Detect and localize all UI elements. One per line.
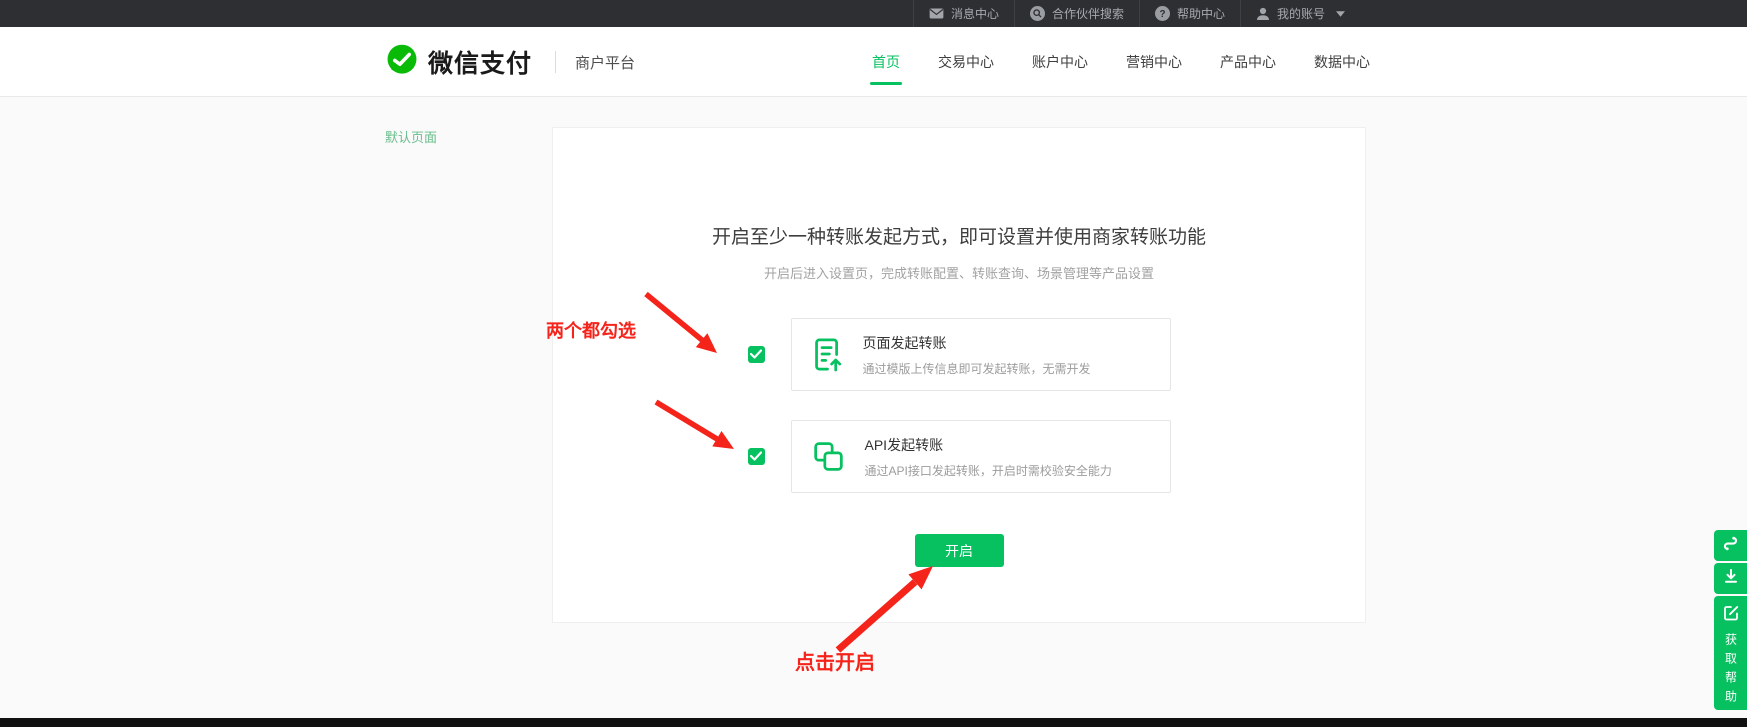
topbar-item-label: 消息中心 — [951, 5, 999, 22]
user-icon — [1256, 7, 1270, 21]
share-link-button[interactable] — [1714, 530, 1747, 561]
brand-name: 微信支付 — [428, 44, 532, 80]
api-transfer-card[interactable]: API发起转账 通过API接口发起转账，开启时需校验安全能力 — [791, 420, 1171, 493]
topbar-item-messages[interactable]: 消息中心 — [913, 0, 1014, 27]
api-transfer-icon — [812, 440, 845, 473]
question-circle-icon: ? — [1155, 6, 1170, 21]
download-icon — [1723, 568, 1739, 589]
feedback-icon — [1723, 605, 1739, 626]
page-title: 开启至少一种转账发起方式，即可设置并使用商家转账功能 — [553, 222, 1365, 249]
topbar-item-help-center[interactable]: ? 帮助中心 — [1139, 0, 1240, 27]
nav-item-account-center[interactable]: 账户中心 — [1032, 27, 1088, 97]
top-utility-bar: 消息中心 合作伙伴搜索 ? 帮助中心 我的账号 — [0, 0, 1747, 27]
chevron-down-icon — [1336, 11, 1345, 17]
nav-item-transaction-center[interactable]: 交易中心 — [938, 27, 994, 97]
option-row-page-transfer: 页面发起转账 通过模版上传信息即可发起转账，无需开发 — [553, 318, 1365, 391]
download-button[interactable] — [1714, 563, 1747, 594]
brand-platform-label: 商户平台 — [575, 52, 635, 73]
api-transfer-checkbox[interactable] — [748, 448, 765, 465]
checkmark-icon — [750, 448, 762, 466]
envelope-icon — [929, 8, 944, 19]
option-row-api-transfer: API发起转账 通过API接口发起转账，开启时需校验安全能力 — [553, 420, 1365, 493]
option-title: API发起转账 — [865, 435, 1112, 455]
page-body: 默认页面 开启至少一种转账发起方式，即可设置并使用商家转账功能 开启后进入设置页… — [0, 97, 1747, 718]
option-texts: 页面发起转账 通过模版上传信息即可发起转账，无需开发 — [863, 333, 1091, 377]
page-transfer-icon — [812, 337, 843, 372]
nav-item-product-center[interactable]: 产品中心 — [1220, 27, 1276, 97]
topbar-item-label: 帮助中心 — [1177, 5, 1225, 22]
nav-item-home[interactable]: 首页 — [872, 27, 900, 97]
nav-item-marketing-center[interactable]: 营销中心 — [1126, 27, 1182, 97]
floating-help-toolbar: 获取帮助 — [1714, 530, 1747, 712]
checkmark-icon — [750, 346, 762, 364]
option-texts: API发起转账 通过API接口发起转账，开启时需校验安全能力 — [865, 435, 1112, 479]
page-transfer-card[interactable]: 页面发起转账 通过模版上传信息即可发起转账，无需开发 — [791, 318, 1171, 391]
topbar-item-label: 我的账号 — [1277, 5, 1325, 22]
bottom-dark-strip — [0, 718, 1747, 727]
enable-button[interactable]: 开启 — [915, 534, 1004, 567]
get-help-button[interactable]: 获取帮助 — [1714, 596, 1747, 710]
page-transfer-checkbox[interactable] — [748, 346, 765, 363]
topbar-item-label: 合作伙伴搜索 — [1052, 5, 1124, 22]
get-help-label: 获取帮助 — [1725, 633, 1737, 709]
page-subtitle: 开启后进入设置页，完成转账配置、转账查询、场景管理等产品设置 — [553, 263, 1365, 282]
topbar-item-partner-search[interactable]: 合作伙伴搜索 — [1014, 0, 1139, 27]
button-row: 开启 — [553, 534, 1365, 567]
option-desc: 通过模版上传信息即可发起转账，无需开发 — [863, 360, 1091, 377]
sidebar-item-default-page[interactable]: 默认页面 — [385, 127, 437, 146]
header: 微信支付 商户平台 首页 交易中心 账户中心 营销中心 产品中心 数据中心 — [0, 27, 1747, 97]
option-desc: 通过API接口发起转账，开启时需校验安全能力 — [865, 462, 1112, 479]
brand-divider — [555, 51, 556, 73]
main-card: 开启至少一种转账发起方式，即可设置并使用商家转账功能 开启后进入设置页，完成转账… — [552, 127, 1366, 623]
wechat-pay-logo-icon — [385, 43, 419, 82]
link-icon — [1722, 535, 1739, 557]
topbar-item-my-account[interactable]: 我的账号 — [1240, 0, 1360, 27]
nav-item-data-center[interactable]: 数据中心 — [1314, 27, 1370, 97]
main-nav: 首页 交易中心 账户中心 营销中心 产品中心 数据中心 — [872, 27, 1370, 97]
brand[interactable]: 微信支付 商户平台 — [385, 27, 635, 97]
search-circle-icon — [1030, 6, 1045, 21]
svg-text:?: ? — [1159, 9, 1165, 20]
option-title: 页面发起转账 — [863, 333, 1091, 353]
